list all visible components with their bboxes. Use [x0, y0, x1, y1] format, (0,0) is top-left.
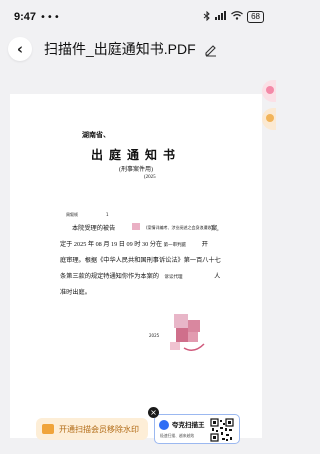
notice-line-4: 条第三款的规定特通知你作为本案的 诉讼代理 人: [60, 271, 220, 280]
close-icon: ×: [150, 408, 157, 417]
line2-part: 定于: [60, 241, 73, 248]
line2-day: 19: [111, 241, 118, 248]
sticker-icon: [266, 86, 274, 94]
line2-part: 时: [134, 241, 141, 248]
battery-indicator: 68: [247, 11, 264, 23]
header-bar: ‹ 扫描件_出庭通知书.PDF: [0, 34, 276, 64]
line2-part: 日: [118, 241, 125, 248]
recipient-mark: 1: [106, 212, 109, 217]
sign-year: 2025: [149, 333, 160, 338]
promo-app-name: 夸克扫描王: [172, 421, 205, 429]
line2-month: 08: [95, 241, 102, 248]
notice-line-2: 定于 2025 年 08 月 19 日 09 时 30 分在 第一审判庭 开: [60, 239, 208, 248]
redaction-mark: [132, 223, 140, 230]
line2-minute: 30: [141, 241, 149, 248]
promo-subtitle: 极速扫描、越来越效: [160, 433, 195, 438]
side-tool-button-1[interactable]: [262, 80, 276, 102]
back-button[interactable]: ‹: [8, 37, 32, 61]
status-dots: •••: [40, 11, 61, 23]
crown-icon: [266, 114, 274, 122]
line2-part: 分在: [149, 241, 163, 248]
year-reference: (2025: [144, 175, 156, 180]
status-bar: 9:47 ••• 68: [0, 0, 276, 34]
bluetooth-icon: [203, 10, 211, 24]
line2-end: 开: [201, 241, 208, 248]
document-page: 湖南省、 出庭通知书 (刑事案件用) (2025 周叙帧 1 本院受理的被告 (…: [10, 94, 262, 438]
notice-line-1: 本院受理的被告: [72, 223, 115, 232]
line2-courtroom: 第一审判庭: [163, 242, 187, 247]
close-promo-button[interactable]: ×: [148, 407, 159, 418]
pencil-icon: [205, 45, 216, 57]
remove-watermark-label: 开通扫描会员移除水印: [59, 424, 139, 434]
app-logo-icon: [159, 420, 169, 430]
promo-card[interactable]: 夸克扫描王 极速扫描、越来越效: [154, 414, 240, 444]
line1-note: (案情详编考、涉业阅述之会身浪遭收): [146, 225, 214, 230]
remove-watermark-button[interactable]: 开通扫描会员移除水印: [36, 418, 148, 440]
vip-crown-icon: [42, 424, 54, 434]
line1-end: 案,: [211, 225, 219, 232]
line4-end: 人: [214, 273, 221, 280]
line4-prefix: 条第三款的规定特通知你作为本案的: [60, 273, 159, 280]
seal-redaction: [170, 314, 205, 351]
line2-part: 年: [87, 241, 95, 248]
notice-line-5: 准时出庭。: [60, 289, 91, 296]
line1-prefix: 本院受理的被告: [72, 225, 116, 232]
notice-line-3: 庭审理。根据《中华人民共和国刑事诉讼法》第一百八十七: [60, 257, 221, 264]
line4-role: 诉讼代理: [164, 274, 183, 279]
line2-hour: 09: [126, 241, 133, 248]
edit-title-button[interactable]: [204, 42, 218, 57]
page-title: 扫描件_出庭通知书.PDF: [44, 41, 196, 57]
line2-year: 2025: [73, 241, 87, 248]
side-tool-button-2[interactable]: [262, 108, 276, 130]
status-icons: 68: [203, 10, 264, 24]
wifi-icon: [231, 11, 244, 23]
recipient-label: 周叙帧: [66, 212, 78, 217]
signal-icon: [215, 11, 227, 23]
status-time: 9:47: [14, 11, 37, 23]
document-heading: 出庭通知书: [90, 148, 181, 162]
qr-code-icon: [210, 418, 234, 442]
document-content: 湖南省、 出庭通知书 (刑事案件用) (2025 周叙帧 1 本院受理的被告 (…: [10, 94, 262, 438]
chevron-left-icon: ‹: [16, 40, 24, 58]
line2-part: 月: [103, 241, 110, 248]
case-type: (刑事案件用): [119, 167, 153, 173]
court-name: 湖南省、: [82, 131, 110, 139]
